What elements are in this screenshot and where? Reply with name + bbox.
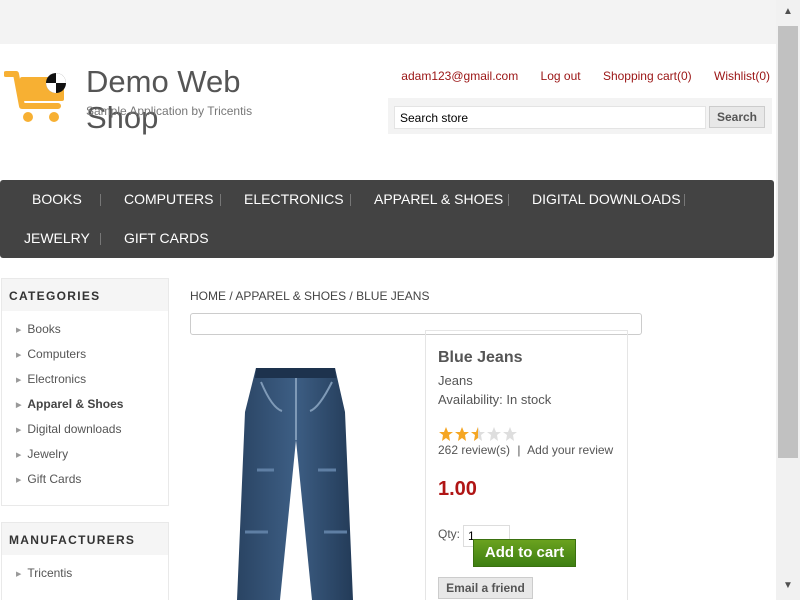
breadcrumb-separator: / [349, 289, 353, 303]
nav-item-jewelry[interactable]: JEWELRY [24, 230, 90, 246]
category-electronics[interactable]: ▶ Electronics [16, 372, 86, 386]
manufacturer-tricentis[interactable]: ▶ Tricentis [16, 566, 72, 580]
search-input[interactable] [394, 106, 706, 129]
header-links: adam123@gmail.com Log out Shopping cart(… [382, 69, 770, 83]
email-friend-button[interactable]: Email a friend [438, 577, 533, 599]
category-label[interactable]: Apparel & Shoes [27, 397, 123, 411]
category-books[interactable]: ▶ Books [16, 322, 61, 336]
nav-separator [100, 194, 101, 206]
blue-jeans-image[interactable] [200, 350, 410, 600]
chevron-right-icon: ▶ [16, 427, 22, 434]
nav-item-gift-cards[interactable]: GIFT CARDS [124, 230, 209, 246]
categories-block: CATEGORIES ▶ Books ▶ Computers ▶ Electronic… [1, 278, 169, 506]
rating-stars [439, 427, 517, 441]
nav-item-apparel-shoes[interactable]: APPAREL & SHOES [374, 191, 503, 207]
category-label[interactable]: Digital downloads [27, 422, 121, 436]
chevron-right-icon: ▶ [16, 327, 22, 334]
manufacturers-title: MANUFACTURERS [2, 523, 168, 555]
availability-status: Availability: In stock [438, 392, 552, 407]
category-jewelry[interactable]: ▶ Jewelry [16, 447, 68, 461]
category-label[interactable]: Gift Cards [27, 472, 81, 486]
category-computers[interactable]: ▶ Computers [16, 347, 86, 361]
star-icon-half [471, 427, 485, 441]
chevron-right-icon: ▶ [16, 452, 22, 459]
product-manufacturer[interactable]: Jeans [438, 373, 473, 388]
add-review-link[interactable]: Add your review [527, 443, 613, 457]
shopping-cart-link[interactable]: Shopping cart(0) [603, 69, 692, 83]
review-separator: | [517, 443, 521, 457]
add-to-cart-button[interactable]: Add to cart [473, 539, 576, 567]
category-gift-cards[interactable]: ▶ Gift Cards [16, 472, 81, 486]
breadcrumb-apparel-shoes[interactable]: APPAREL & SHOES [235, 289, 346, 303]
chevron-right-icon: ▶ [16, 571, 22, 578]
logo-subtitle: Sample Application by Tricentis [86, 104, 253, 118]
nav-separator [100, 233, 101, 245]
nav-item-computers[interactable]: COMPUTERS [124, 191, 213, 207]
manufacturer-label[interactable]: Tricentis [27, 566, 72, 580]
wishlist-link[interactable]: Wishlist(0) [714, 69, 770, 83]
star-icon-filled [439, 427, 453, 441]
nav-separator [220, 194, 221, 206]
search-button[interactable]: Search [709, 106, 765, 128]
category-label[interactable]: Jewelry [27, 447, 68, 461]
vertical-scrollbar[interactable]: ▲ ▼ [776, 0, 800, 600]
site-logo[interactable]: Demo Web Shop Sample Application by Tric… [4, 64, 304, 135]
chevron-right-icon: ▶ [16, 352, 22, 359]
scroll-thumb[interactable] [778, 26, 798, 458]
star-icon-filled [455, 427, 469, 441]
category-label[interactable]: Books [27, 322, 60, 336]
logout-link[interactable]: Log out [541, 69, 581, 83]
chevron-right-icon: ▶ [16, 377, 22, 384]
product-price: 1.00 [438, 478, 477, 500]
category-digital-downloads[interactable]: ▶ Digital downloads [16, 422, 121, 436]
star-icon-empty [487, 427, 501, 441]
chevron-right-icon: ▶ [16, 402, 22, 409]
nav-item-electronics[interactable]: ELECTRONICS [244, 191, 344, 207]
nav-item-digital-downloads[interactable]: DIGITAL DOWNLOADS [532, 191, 681, 207]
quantity-label: Qty: [438, 527, 461, 541]
review-links: 262 review(s) | Add your review [438, 443, 613, 457]
chevron-right-icon: ▶ [16, 477, 22, 484]
product-name: Blue Jeans [438, 349, 523, 366]
reviews-count-link[interactable]: 262 review(s) [438, 443, 510, 457]
scroll-up-arrow-icon[interactable]: ▲ [776, 0, 800, 24]
nav-item-books[interactable]: BOOKS [32, 191, 82, 207]
scroll-down-arrow-icon[interactable]: ▼ [776, 574, 800, 598]
nav-separator [508, 194, 509, 206]
category-apparel-shoes[interactable]: ▶ Apparel & Shoes [16, 397, 123, 411]
manufacturers-block: MANUFACTURERS ▶ Tricentis [1, 522, 169, 600]
category-label[interactable]: Electronics [27, 372, 86, 386]
top-bar [0, 0, 776, 44]
nav-separator [684, 194, 685, 206]
category-label[interactable]: Computers [27, 347, 86, 361]
star-icon-empty [503, 427, 517, 441]
logo-title[interactable]: Demo Web Shop [86, 64, 304, 136]
nav-separator [350, 194, 351, 206]
breadcrumb-current: BLUE JEANS [356, 289, 430, 303]
breadcrumb: HOME / APPAREL & SHOES / BLUE JEANS [190, 289, 429, 303]
shopping-cart-icon [4, 71, 66, 122]
categories-title: CATEGORIES [2, 279, 168, 311]
account-link[interactable]: adam123@gmail.com [401, 69, 518, 83]
breadcrumb-separator: / [229, 289, 233, 303]
breadcrumb-home[interactable]: HOME [190, 289, 226, 303]
